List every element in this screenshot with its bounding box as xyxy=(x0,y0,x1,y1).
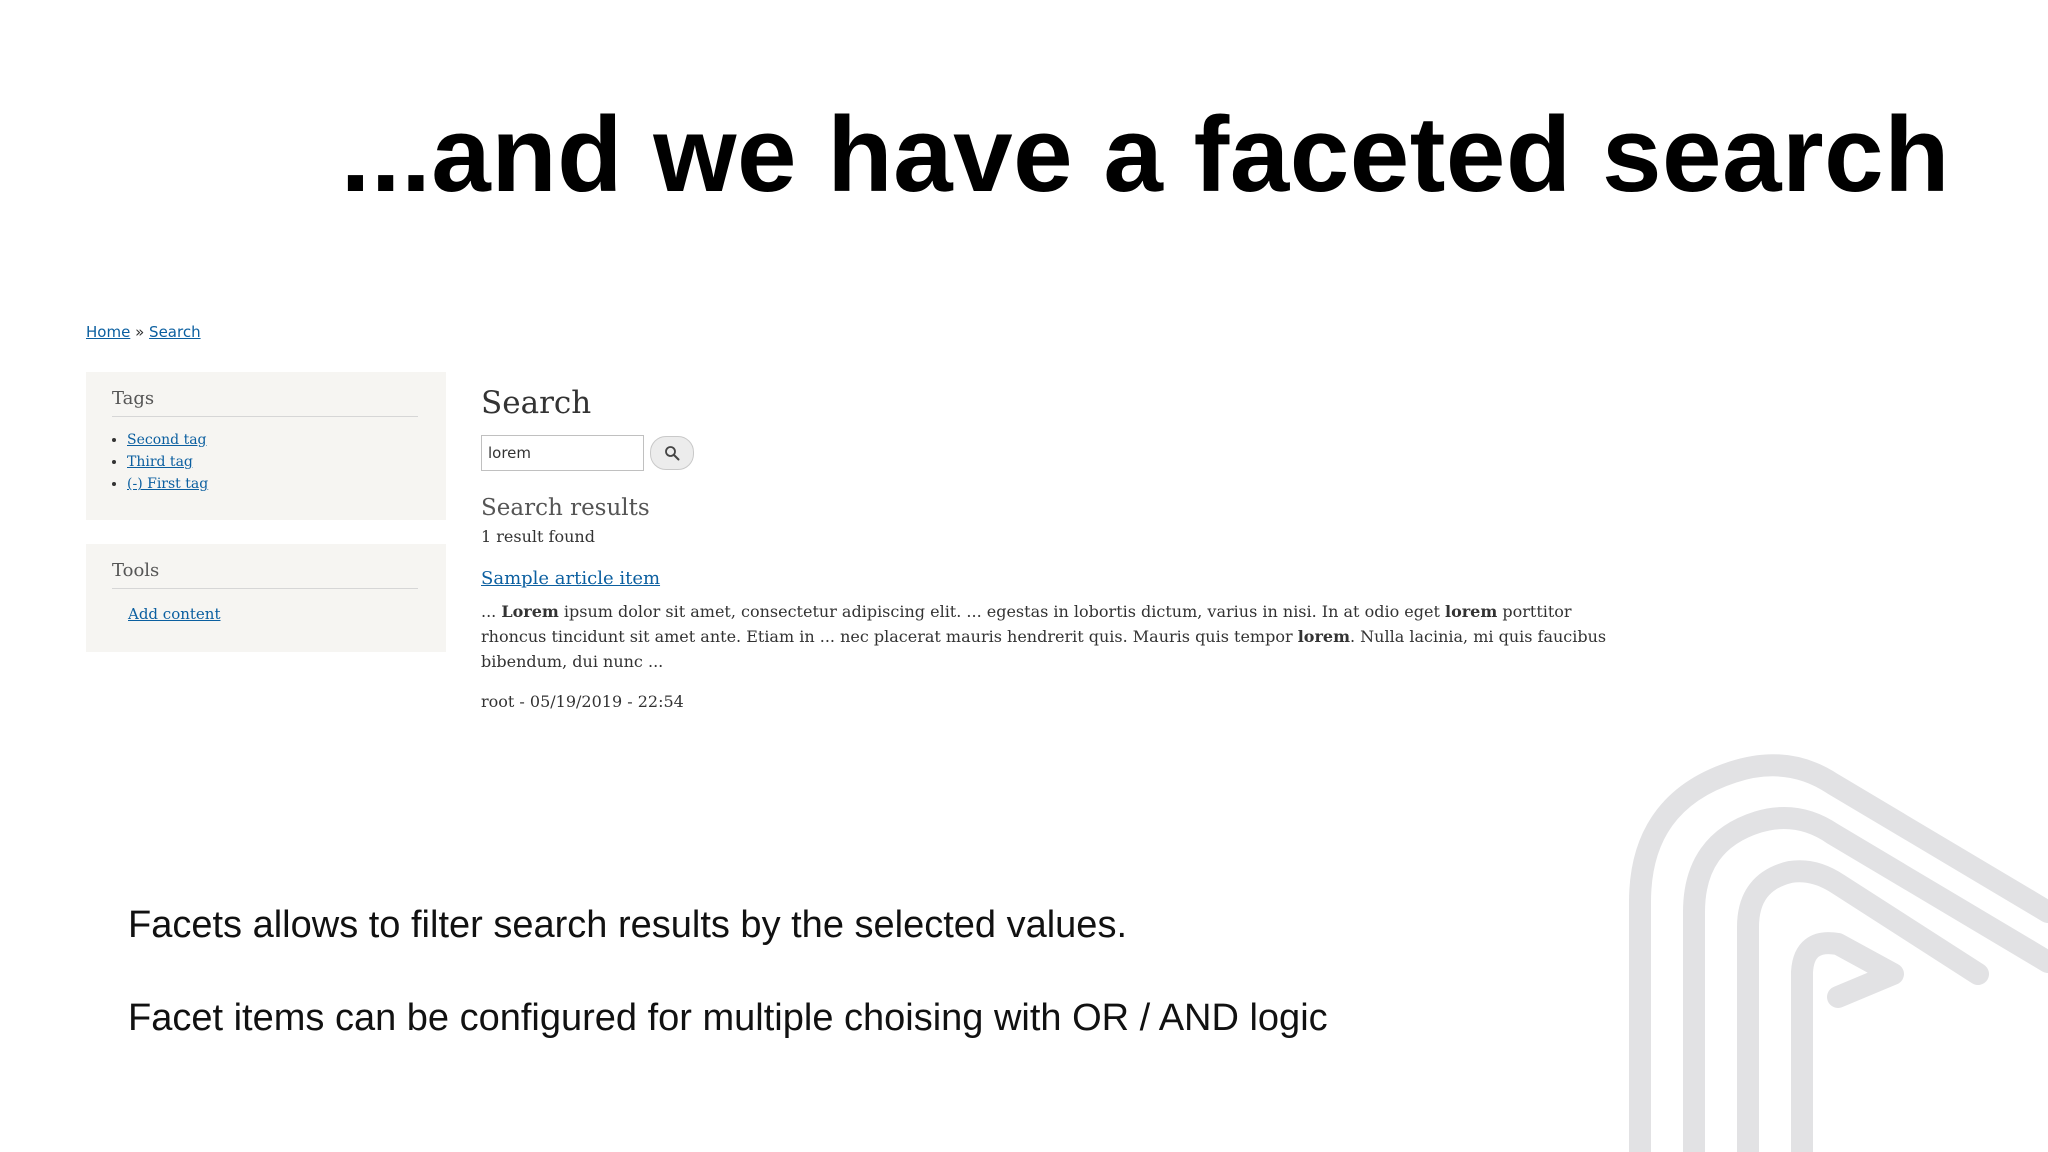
add-content-link[interactable]: Add content xyxy=(128,605,418,623)
search-button[interactable] xyxy=(650,436,694,470)
search-form xyxy=(481,435,1621,471)
facet-link-first-tag-active[interactable]: (-) First tag xyxy=(127,476,208,492)
search-main-content: Search Search results 1 result found Sam… xyxy=(481,385,1621,711)
result-snippet: ... Lorem ipsum dolor sit amet, consecte… xyxy=(481,599,1621,674)
search-input[interactable] xyxy=(481,435,644,471)
snippet-highlight: lorem xyxy=(1297,627,1350,646)
breadcrumb-home-link[interactable]: Home xyxy=(86,323,130,341)
facet-item: Second tag xyxy=(127,429,418,451)
snippet-text: ... xyxy=(481,602,502,621)
breadcrumb: Home » Search xyxy=(86,323,201,341)
search-page-title: Search xyxy=(481,385,592,421)
facet-link-third-tag[interactable]: Third tag xyxy=(127,454,193,470)
results-count: 1 result found xyxy=(481,527,595,546)
tools-block: Tools Add content xyxy=(86,544,446,652)
breadcrumb-separator: » xyxy=(135,323,145,341)
snippet-text: ipsum dolor sit amet, consectetur adipis… xyxy=(558,602,1445,621)
facet-item: (-) First tag xyxy=(127,473,418,495)
slide-note-logic: Facet items can be configured for multip… xyxy=(128,997,1328,1039)
tools-block-title: Tools xyxy=(112,560,418,589)
brand-logo-watermark-icon xyxy=(1629,754,2048,1152)
facet-link-second-tag[interactable]: Second tag xyxy=(127,432,207,448)
snippet-highlight: Lorem xyxy=(501,602,559,621)
search-results-heading: Search results xyxy=(481,495,650,521)
tags-facet-block: Tags Second tag Third tag (-) First tag xyxy=(86,372,446,520)
tags-facet-list: Second tag Third tag (-) First tag xyxy=(112,429,418,495)
slide-title: ...and we have a faceted search xyxy=(340,94,1950,214)
result-meta: root - 05/19/2019 - 22:54 xyxy=(481,692,684,711)
slide-note-facets: Facets allows to filter search results b… xyxy=(128,904,1128,946)
search-icon xyxy=(665,446,680,461)
tags-block-title: Tags xyxy=(112,388,418,417)
snippet-highlight: lorem xyxy=(1444,602,1498,621)
breadcrumb-search-link[interactable]: Search xyxy=(149,323,201,341)
facet-item: Third tag xyxy=(127,451,418,473)
result-title-link[interactable]: Sample article item xyxy=(481,568,660,589)
